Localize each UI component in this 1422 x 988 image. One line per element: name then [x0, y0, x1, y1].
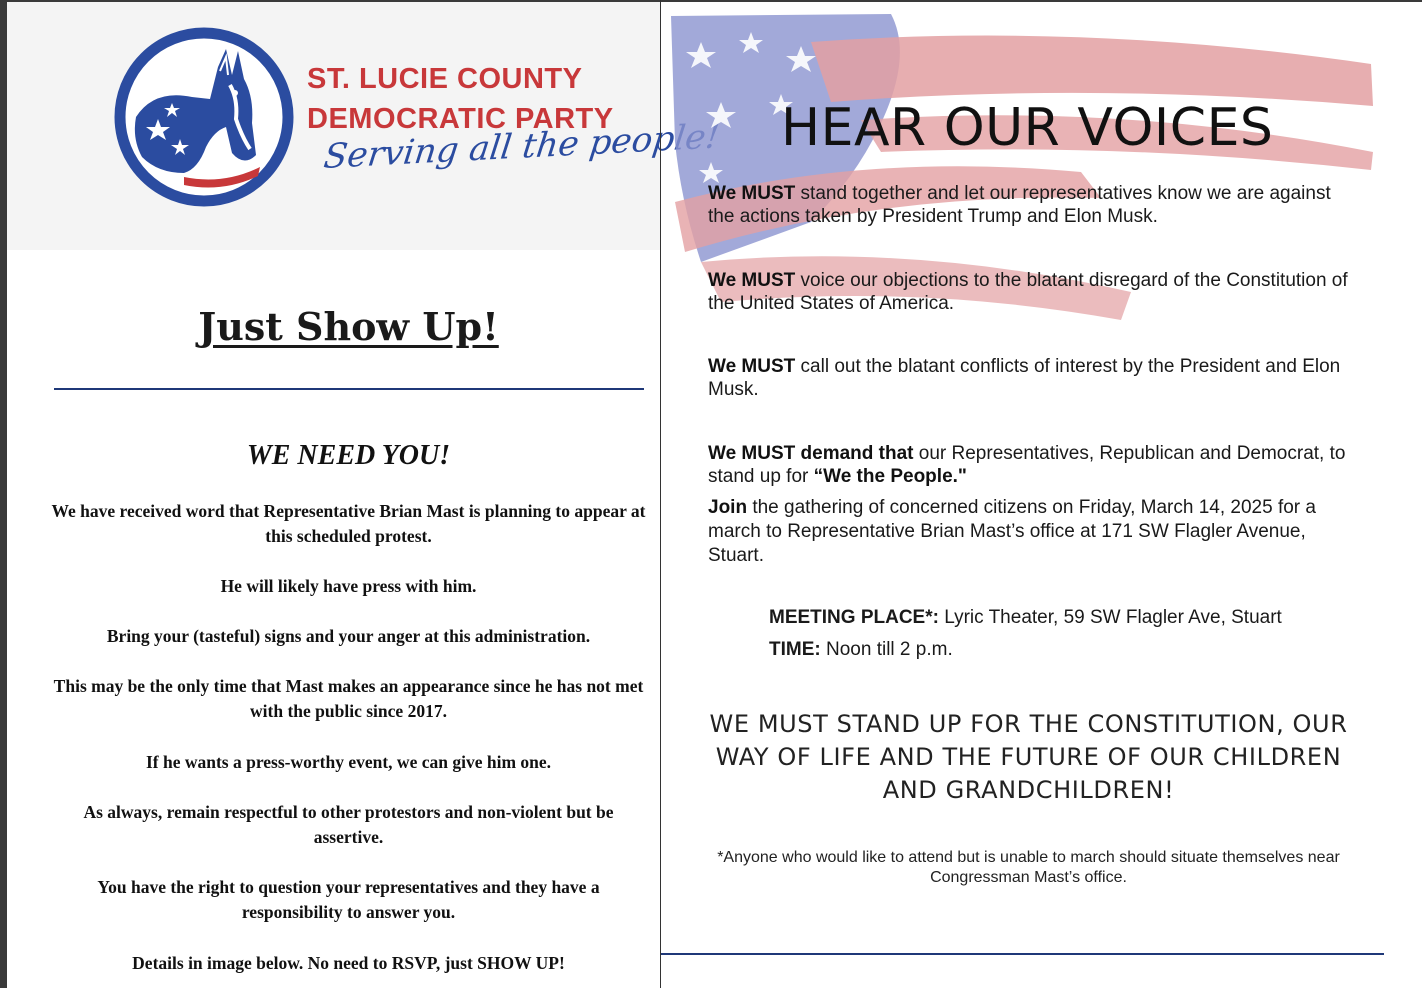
join-item-bold: Join — [708, 497, 748, 518]
must-item-1-bold: We MUST — [708, 183, 796, 204]
must-item-2-bold: We MUST — [708, 270, 796, 291]
bottom-divider — [661, 953, 1384, 955]
must-item-2-text: voice our objections to the blatant disr… — [708, 270, 1348, 314]
flyer-title: HEAR OUR VOICES — [781, 98, 1274, 158]
paragraph-1: We have received word that Representativ… — [51, 501, 646, 546]
left-page: ST. LUCIE COUNTY DEMOCRATIC PARTY Servin… — [7, 2, 722, 988]
meeting-place-value: Lyric Theater, 59 SW Flagler Ave, Stuart — [938, 607, 1282, 628]
paragraph-4: This may be the only time that Mast make… — [53, 676, 644, 721]
section-divider — [54, 388, 644, 390]
meeting-place: MEETING PLACE*: Lyric Theater, 59 SW Fla… — [769, 607, 1282, 629]
must-item-4-bold: We MUST demand that — [708, 443, 914, 464]
must-item-3-text: call out the blatant conflicts of intere… — [708, 356, 1341, 400]
meeting-time-value: Noon till 2 p.m. — [820, 639, 953, 660]
call-to-action: WE MUST STAND UP FOR THE CONSTITUTION, O… — [709, 710, 1348, 804]
meeting-place-label: MEETING PLACE*: — [769, 607, 939, 628]
meeting-time: TIME: Noon till 2 p.m. — [769, 639, 953, 661]
footnote: *Anyone who would like to attend but is … — [717, 849, 1340, 886]
paragraph-6: As always, remain respectful to other pr… — [83, 802, 614, 847]
paragraph-2: He will likely have press with him. — [220, 576, 477, 596]
must-item-3: We MUST call out the blatant conflicts o… — [708, 355, 1348, 401]
meeting-time-label: TIME: — [769, 639, 821, 660]
join-item: Join the gathering of concerned citizens… — [708, 496, 1348, 568]
paragraph-3: Bring your (tasteful) signs and your ang… — [106, 626, 591, 646]
must-item-2: We MUST voice our objections to the blat… — [708, 269, 1348, 315]
logo-line1: ST. LUCIE COUNTY — [307, 63, 583, 95]
paragraph-7: You have the right to question your repr… — [97, 877, 600, 922]
must-item-1-text: stand together and let our representativ… — [708, 183, 1331, 227]
must-item-4: We MUST demand that our Representatives,… — [708, 442, 1348, 488]
paragraph-8: Details in image below. No need to RSVP,… — [132, 953, 565, 973]
join-item-text: the gathering of concerned citizens on F… — [708, 497, 1316, 566]
right-page: HEAR OUR VOICES We MUST stand together a… — [661, 2, 1422, 988]
must-item-4-bold2: “We the People." — [813, 466, 967, 487]
headline: Just Show Up! — [198, 304, 499, 349]
window-frame-left — [0, 0, 7, 988]
must-item-3-bold: We MUST — [708, 356, 796, 377]
paragraph-5: If he wants a press-worthy event, we can… — [145, 752, 552, 772]
must-item-1: We MUST stand together and let our repre… — [708, 182, 1348, 228]
subhead: WE NEED YOU! — [246, 440, 451, 471]
donkey-logo-icon — [114, 27, 294, 207]
